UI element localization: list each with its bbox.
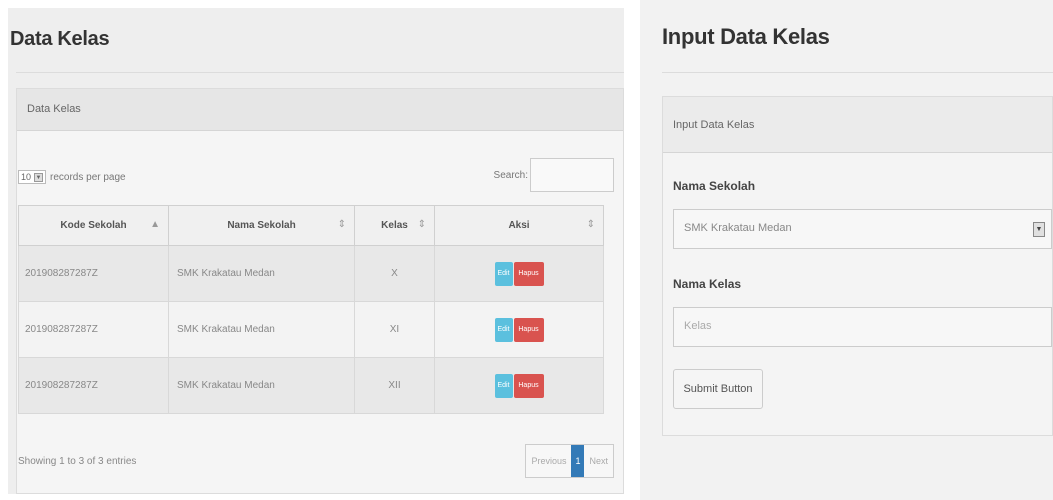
table-header-row: Kode Sekolah ▲ Nama Sekolah ⇕ Kelas ⇕ Aksi ⇕ xyxy=(18,205,604,246)
column-nama-sekolah[interactable]: Nama Sekolah ⇕ xyxy=(168,205,355,246)
edit-button[interactable]: Edit xyxy=(494,373,513,398)
pager-next[interactable]: Next xyxy=(584,456,613,466)
kode-sekolah-cell: 201908287287Z xyxy=(18,357,169,414)
data-kelas-page: Data Kelas Data Kelas 10 ▼ records per p… xyxy=(8,8,624,494)
nama-sekolah-cell: SMK Krakatau Medan xyxy=(168,245,355,302)
sort-icon: ⇕ xyxy=(417,219,426,230)
column-kode-sekolah[interactable]: Kode Sekolah ▲ xyxy=(18,205,169,246)
search-input[interactable] xyxy=(530,158,614,192)
school-select-value: SMK Krakatau Medan xyxy=(684,222,792,234)
length-label: records per page xyxy=(50,171,126,183)
panel-heading: Data Kelas xyxy=(17,89,623,131)
column-label: Aksi xyxy=(508,220,530,231)
length-value: 10 xyxy=(21,172,32,182)
sort-asc-icon: ▲ xyxy=(150,219,160,230)
records-per-page: 10 ▼ records per page xyxy=(18,170,126,184)
kode-sekolah-cell: 201908287287Z xyxy=(18,245,169,302)
aksi-cell: Edit Hapus xyxy=(434,357,604,414)
sort-icon: ⇕ xyxy=(337,219,346,230)
class-input[interactable]: Kelas xyxy=(673,307,1052,347)
form-panel: Input Data Kelas Nama Sekolah SMK Krakat… xyxy=(662,96,1053,436)
table-info: Showing 1 to 3 of 3 entries xyxy=(18,456,137,467)
table-row: 201908287287Z SMK Krakatau Medan XI Edit… xyxy=(18,301,604,358)
hapus-button[interactable]: Hapus xyxy=(513,317,544,342)
column-label: Kode Sekolah xyxy=(60,220,127,231)
length-select[interactable]: 10 ▼ xyxy=(18,170,47,184)
edit-button[interactable]: Edit xyxy=(494,317,513,342)
chevron-down-icon: ▼ xyxy=(34,172,44,182)
aksi-cell: Edit Hapus xyxy=(434,301,604,358)
page-title: Input Data Kelas xyxy=(662,24,830,49)
column-aksi[interactable]: Aksi ⇕ xyxy=(434,205,604,246)
school-select[interactable]: SMK Krakatau Medan ▼ xyxy=(673,209,1052,249)
divider xyxy=(662,72,1053,73)
kelas-cell: XI xyxy=(354,301,435,358)
school-label: Nama Sekolah xyxy=(673,179,756,193)
pager-previous[interactable]: Previous xyxy=(526,456,571,466)
class-placeholder: Kelas xyxy=(684,320,712,332)
chevron-down-icon: ▼ xyxy=(1033,222,1045,237)
divider xyxy=(16,72,624,73)
class-label: Nama Kelas xyxy=(673,277,742,291)
table-row: 201908287287Z SMK Krakatau Medan X Edit H… xyxy=(18,245,604,302)
search-box: Search: xyxy=(494,158,614,192)
column-label: Kelas xyxy=(381,220,408,231)
edit-button[interactable]: Edit xyxy=(494,261,513,286)
nama-sekolah-cell: SMK Krakatau Medan xyxy=(168,301,355,358)
nama-sekolah-cell: SMK Krakatau Medan xyxy=(168,357,355,414)
kelas-cell: XII xyxy=(354,357,435,414)
pager-page-1[interactable]: 1 xyxy=(571,445,585,477)
column-kelas[interactable]: Kelas ⇕ xyxy=(354,205,435,246)
table-row: 201908287287Z SMK Krakatau Medan XII Edi… xyxy=(18,357,604,414)
kelas-cell: X xyxy=(354,245,435,302)
panel-heading: Input Data Kelas xyxy=(663,97,1052,153)
sort-icon: ⇕ xyxy=(586,219,595,230)
pagination: Previous 1 Next xyxy=(525,444,614,478)
page-title: Data Kelas xyxy=(10,28,110,50)
aksi-cell: Edit Hapus xyxy=(434,245,604,302)
kode-sekolah-cell: 201908287287Z xyxy=(18,301,169,358)
column-label: Nama Sekolah xyxy=(227,220,296,231)
hapus-button[interactable]: Hapus xyxy=(513,373,544,398)
table-toolbar: 10 ▼ records per page Search: xyxy=(18,158,614,198)
input-data-kelas-page: Input Data Kelas Input Data Kelas Nama S… xyxy=(640,0,1053,500)
kelas-table: Kode Sekolah ▲ Nama Sekolah ⇕ Kelas ⇕ Aksi ⇕… xyxy=(18,205,604,414)
search-label: Search: xyxy=(493,169,528,181)
submit-button[interactable]: Submit Button xyxy=(673,369,763,409)
hapus-button[interactable]: Hapus xyxy=(513,261,544,286)
